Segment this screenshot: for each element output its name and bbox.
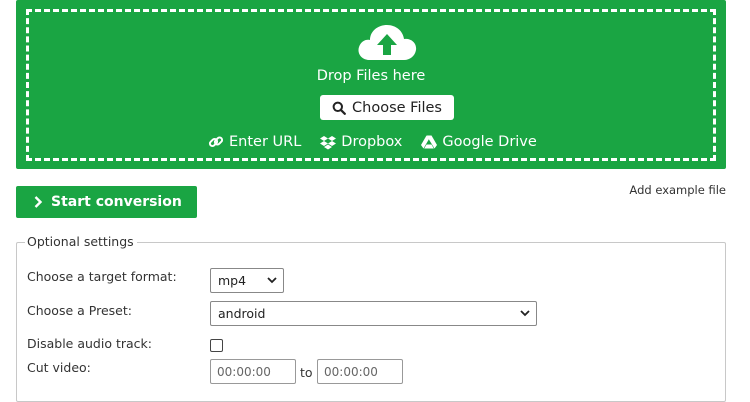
upload-sources: Enter URL Dropbox Google Drive xyxy=(208,131,556,153)
start-conversion-label: Start conversion xyxy=(51,194,182,210)
add-example-file-link[interactable]: Add example file xyxy=(629,183,726,197)
choose-files-button[interactable]: Choose Files xyxy=(320,95,454,120)
file-drop-zone[interactable]: Drop Files here Choose Files Enter URL D… xyxy=(16,0,726,169)
target-format-value: mp4 xyxy=(218,273,247,288)
enter-url-label: Enter URL xyxy=(229,134,302,150)
cut-start-input[interactable] xyxy=(210,359,296,384)
drop-files-text: Drop Files here xyxy=(316,68,426,84)
disable-audio-label: Disable audio track: xyxy=(27,336,152,351)
preset-label: Choose a Preset: xyxy=(27,303,132,318)
google-drive-button[interactable]: Google Drive xyxy=(421,134,537,150)
target-format-select[interactable]: mp4 xyxy=(210,268,284,293)
chevron-down-icon xyxy=(267,277,277,284)
dropbox-label: Dropbox xyxy=(341,134,403,150)
choose-files-label: Choose Files xyxy=(352,99,442,116)
optional-settings-legend: Optional settings xyxy=(25,234,137,249)
cut-end-input[interactable] xyxy=(317,359,403,384)
preset-select[interactable]: android xyxy=(210,301,537,326)
disable-audio-checkbox[interactable] xyxy=(210,339,223,352)
start-conversion-button[interactable]: Start conversion xyxy=(16,186,197,218)
dropbox-button[interactable]: Dropbox xyxy=(320,134,402,150)
google-drive-label: Google Drive xyxy=(442,134,537,150)
dropbox-icon xyxy=(320,135,337,149)
cloud-upload-icon xyxy=(358,25,417,60)
enter-url-button[interactable]: Enter URL xyxy=(208,134,301,150)
search-icon xyxy=(332,101,346,115)
google-drive-icon xyxy=(421,135,438,149)
cut-video-label: Cut video: xyxy=(27,360,91,375)
chevron-right-icon xyxy=(34,196,43,208)
cut-to-label: to xyxy=(300,365,313,380)
preset-value: android xyxy=(218,306,266,321)
chevron-down-icon xyxy=(520,310,530,317)
link-icon xyxy=(208,136,224,148)
target-format-label: Choose a target format: xyxy=(27,269,177,284)
